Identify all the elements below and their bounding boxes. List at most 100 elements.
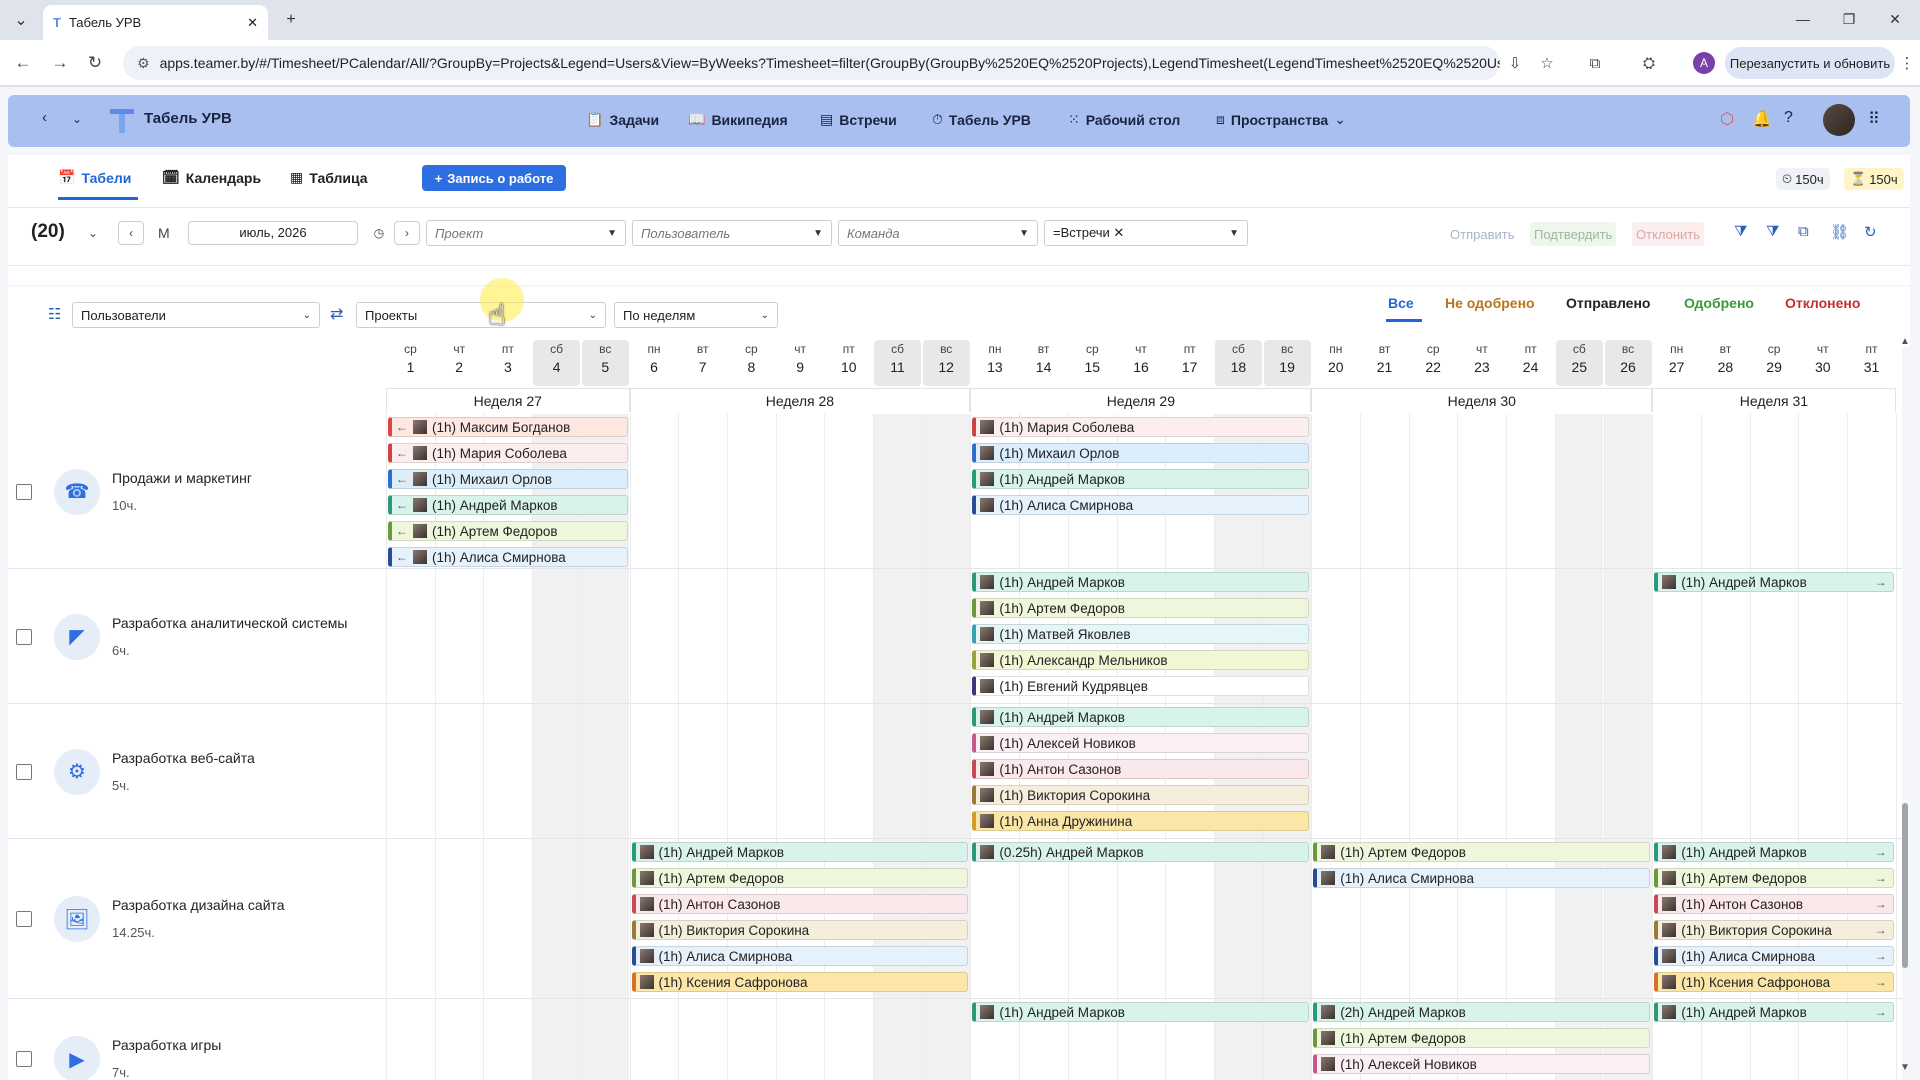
user-select[interactable]: Пользователь ▼	[632, 220, 832, 246]
time-entry[interactable]: (1h) Алиса Смирнова →	[1654, 946, 1894, 966]
user-avatar[interactable]	[1823, 104, 1855, 136]
app-menu-chevron-icon[interactable]: ⌄	[72, 112, 82, 126]
alert-icon[interactable]: ⬡	[1720, 109, 1734, 129]
time-entry[interactable]: (1h) Алиса Смирнова	[631, 946, 969, 966]
time-entry[interactable]: (1h) Андрей Марков	[972, 572, 1310, 592]
period-select[interactable]: По неделям ⌄	[614, 302, 778, 328]
project-select[interactable]: Проект ▼	[426, 220, 626, 246]
time-entry[interactable]: (1h) Артем Федоров	[972, 598, 1310, 618]
time-entry[interactable]: (1h) Ксения Сафронова	[631, 972, 969, 992]
nav-desktop[interactable]: ⁙ Рабочий стол	[1068, 111, 1180, 128]
time-entry[interactable]: (1h) Виктория Сорокина	[631, 920, 969, 940]
project-checkbox[interactable]	[16, 1051, 32, 1067]
browser-menu-icon[interactable]: ⋮	[1892, 48, 1920, 78]
nav-meetings[interactable]: ▤ Встречи	[820, 111, 897, 128]
unlink-icon[interactable]: ⛓	[1830, 223, 1849, 241]
tag-close-icon[interactable]: ✕	[1113, 225, 1124, 240]
tab-close-icon[interactable]: ✕	[247, 15, 258, 31]
minimize-icon[interactable]: —	[1780, 4, 1826, 34]
time-entry[interactable]: ← (1h) Алиса Смирнова	[388, 547, 628, 567]
time-entry[interactable]: ← (1h) Артем Федоров	[388, 521, 628, 541]
project-name[interactable]: Разработка аналитической системы	[112, 615, 347, 631]
date-picker[interactable]: июль, 2026	[188, 221, 358, 245]
swap-icon[interactable]: ⇄	[330, 304, 343, 324]
refresh-icon[interactable]: ↻	[1864, 223, 1877, 241]
time-entry[interactable]: (1h) Андрей Марков	[972, 1002, 1310, 1022]
status-rejected-tab[interactable]: Отклонено	[1785, 295, 1860, 311]
tab-calendar[interactable]: 🗓 Календарь	[162, 169, 261, 186]
time-entry[interactable]: (1h) Алиса Смирнова	[1313, 868, 1651, 888]
time-entry[interactable]: (1h) Евгений Кудрявцев	[972, 676, 1310, 696]
time-entry[interactable]: (0.25h) Андрей Марков	[972, 842, 1310, 862]
time-entry[interactable]: (1h) Матвей Яковлев	[972, 624, 1310, 644]
time-entry[interactable]: (2h) Андрей Марков	[1313, 1002, 1651, 1022]
incognito-icon[interactable]: ⛭	[1634, 48, 1664, 78]
restore-icon[interactable]: ❐	[1826, 4, 1872, 34]
status-not-approved-tab[interactable]: Не одобрено	[1445, 295, 1535, 311]
extensions-icon[interactable]: ⧉	[1580, 48, 1610, 78]
meeting-filter-select[interactable]: =Встречи ✕ ▼	[1044, 220, 1248, 246]
tab-search-chevron-icon[interactable]: ⌄	[6, 5, 36, 35]
reload-icon[interactable]: ↻	[80, 48, 110, 78]
time-entry[interactable]: (1h) Александр Мельников	[972, 650, 1310, 670]
plan-hours-badge[interactable]: ⏲ 150ч	[1776, 168, 1830, 190]
time-entry[interactable]: (1h) Алиса Смирнова	[972, 495, 1310, 515]
time-entry[interactable]: (1h) Антон Сазонов →	[1654, 894, 1894, 914]
time-entry[interactable]: ← (1h) Михаил Орлов	[388, 469, 628, 489]
time-entry[interactable]: ← (1h) Андрей Марков	[388, 495, 628, 515]
filter-add-icon[interactable]: ⧩	[1734, 223, 1747, 240]
team-select[interactable]: Команда ▼	[838, 220, 1038, 246]
time-entry[interactable]: (1h) Алексей Новиков	[1313, 1054, 1651, 1074]
time-entry[interactable]: (1h) Артем Федоров	[631, 868, 969, 888]
time-entry[interactable]: (1h) Антон Сазонов	[972, 759, 1310, 779]
project-checkbox[interactable]	[16, 483, 32, 500]
time-entry[interactable]: (1h) Виктория Сорокина →	[1654, 920, 1894, 940]
scroll-down-icon[interactable]: ▼	[1900, 1062, 1910, 1073]
nav-spaces[interactable]: ⧈ Пространства ⌄	[1216, 111, 1346, 128]
confirm-button[interactable]: Подтвердить	[1530, 222, 1617, 246]
time-entry[interactable]: (1h) Андрей Марков	[972, 707, 1310, 727]
period-mode[interactable]: М	[158, 225, 170, 241]
count-chevron-icon[interactable]: ⌄	[80, 221, 106, 245]
time-entry[interactable]: ← (1h) Мария Соболева	[388, 443, 628, 463]
install-icon[interactable]: ⇩	[1500, 48, 1530, 78]
copy-icon[interactable]: ⧉	[1798, 223, 1809, 240]
project-checkbox[interactable]	[16, 628, 32, 645]
project-name[interactable]: Разработка веб-сайта	[112, 750, 255, 766]
time-entry[interactable]: (1h) Андрей Марков	[972, 469, 1310, 489]
time-entry[interactable]: (1h) Антон Сазонов	[631, 894, 969, 914]
time-entry[interactable]: (1h) Артем Федоров	[1313, 1028, 1651, 1048]
project-checkbox[interactable]	[16, 911, 32, 927]
next-period-button[interactable]: ›	[394, 221, 420, 245]
project-checkbox[interactable]	[16, 763, 32, 780]
bell-icon[interactable]: 🔔	[1752, 109, 1772, 129]
project-name[interactable]: Продажи и маркетинг	[112, 470, 252, 486]
legend-select[interactable]: Пользователи ⌄	[72, 302, 320, 328]
back-icon[interactable]: ←	[8, 48, 38, 78]
prev-period-button[interactable]: ‹	[118, 221, 144, 245]
time-entry[interactable]: (1h) Михаил Орлов	[972, 443, 1310, 463]
profile-avatar[interactable]: A	[1693, 52, 1715, 74]
nav-tasks[interactable]: 📋 Задачи	[586, 111, 659, 128]
status-approved-tab[interactable]: Одобрено	[1684, 295, 1754, 311]
url-field[interactable]: ⚙ apps.teamer.by/#/Timesheet/PCalendar/A…	[123, 46, 1500, 80]
window-close-icon[interactable]: ✕	[1872, 4, 1918, 34]
time-entry[interactable]: (1h) Андрей Марков →	[1654, 572, 1894, 592]
time-entry[interactable]: (1h) Мария Соболева	[972, 417, 1310, 437]
time-entry[interactable]: (1h) Андрей Марков →	[1654, 1002, 1894, 1022]
filter-clear-icon[interactable]: ⧩	[1766, 223, 1779, 240]
time-entry[interactable]: (1h) Артем Федоров →	[1654, 868, 1894, 888]
nav-wiki[interactable]: 📖 Википедия	[688, 111, 788, 128]
status-all-tab[interactable]: Все	[1388, 295, 1414, 311]
time-entry[interactable]: (1h) Андрей Марков →	[1654, 842, 1894, 862]
tab-timesheets[interactable]: 📅 Табели	[58, 169, 131, 186]
scrollbar-thumb[interactable]	[1902, 803, 1908, 968]
forward-icon[interactable]: →	[45, 48, 75, 78]
bookmark-star-icon[interactable]: ☆	[1532, 48, 1562, 78]
relaunch-button[interactable]: Перезапустить и обновить	[1725, 47, 1895, 79]
nav-timesheet[interactable]: ⏱ Табель УРВ	[932, 111, 1031, 128]
app-back-icon[interactable]: ‹	[42, 109, 47, 126]
help-icon[interactable]: ?	[1784, 109, 1793, 127]
time-entry[interactable]: (1h) Ксения Сафронова →	[1654, 972, 1894, 992]
fact-hours-badge[interactable]: ⏳ 150ч	[1844, 168, 1904, 190]
